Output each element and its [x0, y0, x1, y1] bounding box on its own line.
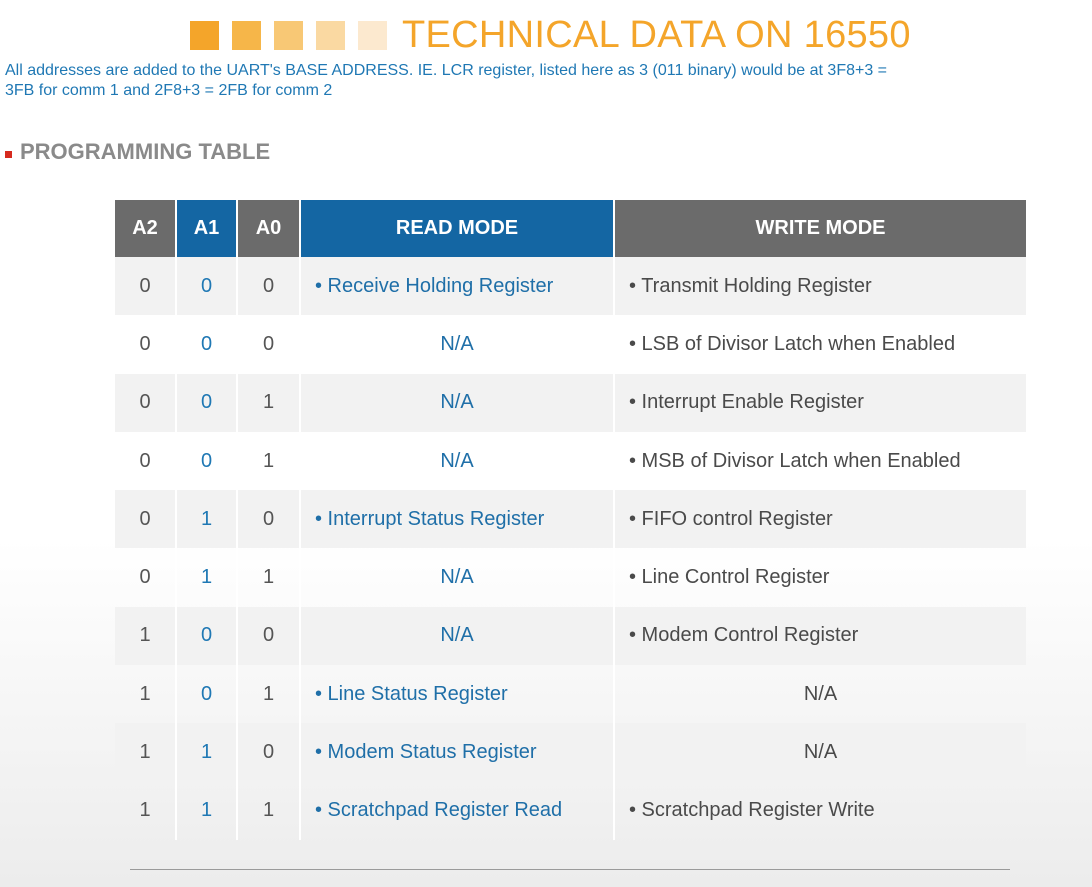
cell-a2: 1	[115, 606, 177, 666]
cell-a1: 0	[177, 431, 238, 491]
title-decor-square-1	[190, 20, 219, 50]
bottom-divider	[130, 869, 1010, 870]
table-row: 0 0 0 • Receive Holding Register • Transmit …	[115, 257, 1026, 316]
cell-read-mode: • Interrupt Status Register	[301, 490, 615, 549]
programming-table: A2 A1 A0 READ MODE WRITE MODE 0 0 0 • Recei…	[115, 200, 1026, 840]
title-decor-square-3	[274, 20, 303, 50]
cell-a1: 1	[177, 723, 238, 782]
cell-write-mode: • Modem Control Register	[615, 606, 1026, 666]
cell-a2: 1	[115, 665, 177, 724]
cell-read-mode: N/A	[301, 315, 615, 374]
cell-read-mode: N/A	[301, 606, 615, 666]
table-row: 0 0 1 N/A • MSB of Divisor Latch when Enable…	[115, 431, 1026, 491]
cell-a1: 0	[177, 257, 238, 316]
section-heading-text: PROGRAMMING TABLE	[20, 139, 271, 164]
cell-a0: 1	[238, 665, 301, 724]
cell-a2: 0	[115, 315, 177, 374]
cell-read-mode: N/A	[301, 373, 615, 432]
cell-a2: 0	[115, 373, 177, 432]
page-title-bar: TECHNICAL DATA ON 16550	[190, 14, 911, 56]
cell-a1: 1	[177, 781, 238, 840]
cell-a0: 1	[238, 431, 301, 491]
cell-a0: 0	[238, 257, 301, 316]
title-decor-square-4	[316, 20, 345, 50]
cell-read-mode: • Line Status Register	[301, 665, 615, 724]
intro-line-2: 3FB for comm 1 and 2F8+3 = 2FB for comm …	[5, 82, 333, 99]
cell-a1: 0	[177, 315, 238, 374]
cell-a1: 0	[177, 606, 238, 666]
cell-write-mode: • Scratchpad Register Write	[629, 799, 875, 822]
cell-write-mode: • FIFO control Register	[615, 490, 1026, 549]
bullet-square-icon	[5, 151, 12, 158]
cell-a2: 1	[115, 781, 177, 840]
table-row: 0 1 0 • Interrupt Status Register • FIFO con…	[115, 490, 1026, 549]
cell-a2: 1	[115, 723, 177, 782]
cell-a1: 1	[177, 490, 238, 549]
table-row: 1 1 1 • Scratchpad Register Read • Scratchpa…	[115, 781, 1026, 840]
table-row: 0 1 1 N/A • Line Control Register	[115, 548, 1026, 607]
title-decor-square-5	[358, 20, 387, 50]
page-title: TECHNICAL DATA ON 16550	[402, 13, 911, 56]
section-heading: PROGRAMMING TABLE	[5, 139, 270, 165]
cell-a0: 0	[238, 723, 301, 782]
cell-a2: 0	[115, 431, 177, 491]
cell-write-mode: N/A	[615, 723, 1026, 782]
title-decor-square-2	[232, 20, 261, 50]
cell-write-mode: • LSB of Divisor Latch when Enabled	[629, 332, 956, 355]
cell-write-mode: N/A	[803, 682, 838, 705]
cell-read-mode: N/A	[301, 431, 615, 491]
cell-read-mode: • Receive Holding Register	[301, 257, 615, 316]
header-a2: A2	[115, 200, 177, 257]
cell-a0: 0	[238, 606, 301, 666]
cell-a0: 1	[238, 373, 301, 432]
cell-write-mode: • Line Control Register	[629, 566, 830, 589]
header-a0: A0	[238, 200, 301, 257]
table-row: 1 0 1 • Line Status Register N/A	[115, 665, 1026, 724]
cell-a0: 0	[238, 490, 301, 549]
table-row: 1 0 0 N/A • Modem Control Register	[115, 606, 1026, 666]
table-row: 1 1 0 • Modem Status Register N/A	[115, 723, 1026, 782]
cell-write-mode: • Interrupt Enable Register	[615, 373, 1026, 432]
header-a1: A1	[177, 200, 238, 257]
intro-paragraph: All addresses are added to the UART's BA…	[5, 61, 1092, 101]
header-write-mode: WRITE MODE	[615, 200, 1026, 257]
cell-write-mode: • MSB of Divisor Latch when Enabled	[629, 449, 961, 472]
cell-a2: 0	[115, 257, 177, 316]
intro-line-1: All addresses are added to the UART's BA…	[5, 62, 888, 79]
cell-a2: 0	[115, 548, 177, 607]
cell-write-mode: • Transmit Holding Register	[615, 257, 1026, 316]
cell-read-mode: • Modem Status Register	[301, 723, 615, 782]
cell-a0: 1	[238, 548, 301, 607]
cell-a1: 0	[177, 665, 238, 724]
cell-a0: 0	[238, 315, 301, 374]
cell-a2: 0	[115, 490, 177, 549]
cell-read-mode: • Scratchpad Register Read	[301, 781, 615, 840]
header-read-mode: READ MODE	[301, 200, 615, 257]
table-row: 0 0 0 N/A • LSB of Divisor Latch when Enable…	[115, 315, 1026, 374]
cell-a1: 1	[177, 548, 238, 607]
cell-read-mode: N/A	[301, 548, 615, 607]
table-row: 0 0 1 N/A • Interrupt Enable Register	[115, 373, 1026, 432]
cell-a0: 1	[238, 781, 301, 840]
table-header-row: A2 A1 A0 READ MODE WRITE MODE	[115, 200, 1026, 257]
cell-a1: 0	[177, 373, 238, 432]
